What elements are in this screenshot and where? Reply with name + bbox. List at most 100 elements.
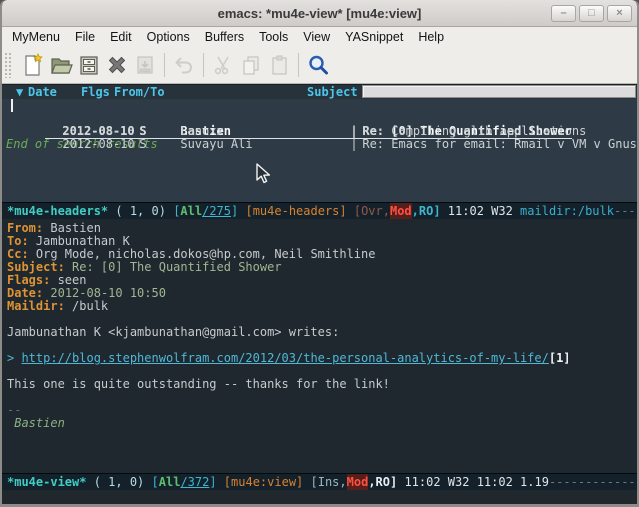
- toolbar-separator: [164, 53, 165, 77]
- minor-state: [Ins,: [303, 474, 346, 490]
- maildir-value: /bulk: [65, 299, 108, 313]
- tool-bar: [2, 46, 637, 84]
- cc-label: Cc:: [7, 247, 29, 261]
- cc-value: Org Mode, nicholas.dokos@hp.com, Neil Sm…: [29, 247, 376, 261]
- to-value: Jambunathan K: [29, 234, 130, 248]
- line-count: /275: [202, 203, 231, 219]
- major-mode[interactable]: [mu4e-headers]: [245, 203, 346, 219]
- major-mode[interactable]: [mu4e:view]: [224, 474, 303, 490]
- modeline-filler: --------------: [549, 474, 637, 490]
- thread-pipe: |: [350, 138, 362, 151]
- sort-arrow-icon: ▼: [16, 85, 28, 99]
- buffer-name[interactable]: *mu4e-headers*: [7, 203, 108, 219]
- column-subject[interactable]: Subject: [307, 85, 358, 99]
- message-date: 2012-08-10: [62, 138, 139, 151]
- menu-item-file[interactable]: File: [75, 30, 95, 44]
- paste-icon-disabled[interactable]: [265, 51, 293, 79]
- column-labels: ▼ Date Flgs From/To Subject: [2, 85, 362, 99]
- modeline-clock: 11:02 W32 11:02 1.19: [404, 474, 549, 490]
- maildir-label: Maildir:: [7, 299, 65, 313]
- flags-value: seen: [50, 273, 86, 287]
- echo-area-minibuffer[interactable]: [2, 490, 637, 505]
- modified-flag[interactable]: Mod: [390, 203, 412, 219]
- from-value: Bastien: [43, 221, 101, 235]
- body-text: This one is quite outstanding -- thanks …: [7, 378, 637, 391]
- new-file-icon[interactable]: [19, 51, 47, 79]
- column-date[interactable]: Date: [28, 85, 67, 99]
- save-as-icon-disabled[interactable]: [131, 51, 159, 79]
- delete-icon[interactable]: [103, 51, 131, 79]
- save-icon[interactable]: [75, 51, 103, 79]
- emacs-window: emacs: *mu4e-view* [mu4e:view] – □ × MyM…: [0, 0, 639, 507]
- message-subject: Re: Emacs for email: Rmail v VM v Gnus: [362, 138, 637, 151]
- menu-item-view[interactable]: View: [303, 30, 330, 44]
- modeline-filler: ---------: [614, 203, 637, 219]
- point-cursor: [11, 99, 13, 112]
- subject-value: Re: [0] The Quantified Shower: [65, 260, 282, 274]
- close-button[interactable]: ×: [607, 5, 632, 22]
- message-from: Suvayu Ali: [180, 138, 350, 151]
- modified-flag[interactable]: Mod: [347, 474, 369, 490]
- undo-icon-disabled[interactable]: [170, 51, 198, 79]
- scroll-all: All: [159, 474, 181, 490]
- menu-item-yasnippet[interactable]: YASnippet: [345, 30, 403, 44]
- minimize-button[interactable]: –: [551, 5, 576, 22]
- line-count: /372: [180, 474, 209, 490]
- message-row[interactable]: 2012-08-10 S Suvayu Ali | Re: Emacs for …: [2, 125, 637, 138]
- maildir-info: maildir:/bulk: [520, 203, 614, 219]
- bracket: [: [173, 203, 180, 219]
- message-row-selected[interactable]: 2012-08-10 S Bastien | Re: [0] The Quant…: [2, 99, 637, 112]
- quote-marker: >: [7, 351, 21, 365]
- menu-item-tools[interactable]: Tools: [259, 30, 288, 44]
- toolbar-separator: [203, 53, 204, 77]
- date-label: Date:: [7, 286, 43, 300]
- open-folder-icon[interactable]: [47, 51, 75, 79]
- read-only-flag[interactable]: ,RO]: [368, 474, 404, 490]
- buffer-position: ( 1, 0): [108, 203, 173, 219]
- message-flags: S: [139, 138, 180, 151]
- column-flags[interactable]: Flgs: [81, 85, 114, 99]
- body-hyperlink[interactable]: http://blog.stephenwolfram.com/2012/03/t…: [21, 351, 548, 365]
- maximize-button[interactable]: □: [579, 5, 604, 22]
- footnote-ref: [1]: [549, 351, 571, 365]
- read-only-flag[interactable]: ,RO]: [412, 203, 448, 219]
- to-label: To:: [7, 234, 29, 248]
- search-icon[interactable]: [304, 51, 332, 79]
- buffer-position: ( 1, 0): [86, 474, 151, 490]
- cut-icon-disabled[interactable]: [209, 51, 237, 79]
- window-controls: – □ ×: [551, 5, 637, 22]
- toolbar-separator: [298, 53, 299, 77]
- from-label: From:: [7, 221, 43, 235]
- menu-item-help[interactable]: Help: [418, 30, 444, 44]
- copy-icon-disabled[interactable]: [237, 51, 265, 79]
- menu-item-options[interactable]: Options: [147, 30, 190, 44]
- scroll-all: All: [180, 203, 202, 219]
- signature-name: Bastien: [7, 417, 637, 430]
- signature-separator: --: [7, 404, 637, 417]
- toolbar-drag-handle[interactable]: [4, 52, 13, 78]
- menu-item-edit[interactable]: Edit: [110, 30, 132, 44]
- modeline-mu4e-headers: *mu4e-headers* ( 1, 0) [All/275] [mu4e-h…: [2, 202, 637, 219]
- mouse-cursor: [256, 163, 272, 189]
- message-list: 2012-08-10 S Bastien | Re: [0] The Quant…: [2, 99, 637, 202]
- message-row[interactable]: 2012-08-10 S Lanoxx | Re: Compiling glib…: [2, 112, 637, 125]
- header-line-filler: [362, 85, 636, 98]
- bracket: ]: [209, 474, 223, 490]
- minor-state: [Ovr,: [347, 203, 390, 219]
- bracket: [: [152, 474, 159, 490]
- menu-bar: MyMenu File Edit Options Buffers Tools V…: [2, 27, 637, 46]
- column-from-to[interactable]: From/To: [114, 85, 307, 99]
- date-value: 2012-08-10 10:50: [43, 286, 166, 300]
- title-bar[interactable]: emacs: *mu4e-view* [mu4e:view] – □ ×: [2, 0, 637, 27]
- menu-item-buffers[interactable]: Buffers: [205, 30, 244, 44]
- bracket: ]: [231, 203, 245, 219]
- modeline-clock: 11:02 W32: [448, 203, 520, 219]
- subject-label: Subject:: [7, 260, 65, 274]
- window-title: emacs: *mu4e-view* [mu4e:view]: [2, 6, 637, 21]
- flags-label: Flags:: [7, 273, 50, 287]
- menu-item-mymenu[interactable]: MyMenu: [12, 30, 60, 44]
- body-attribution: Jambunathan K <kjambunathan@gmail.com> w…: [7, 326, 637, 339]
- buffer-name[interactable]: *mu4e-view*: [7, 474, 86, 490]
- mu4e-headers-columns: ▼ Date Flgs From/To Subject: [2, 84, 637, 99]
- message-view: From: Bastien To: Jambunathan K Cc: Org …: [2, 219, 637, 473]
